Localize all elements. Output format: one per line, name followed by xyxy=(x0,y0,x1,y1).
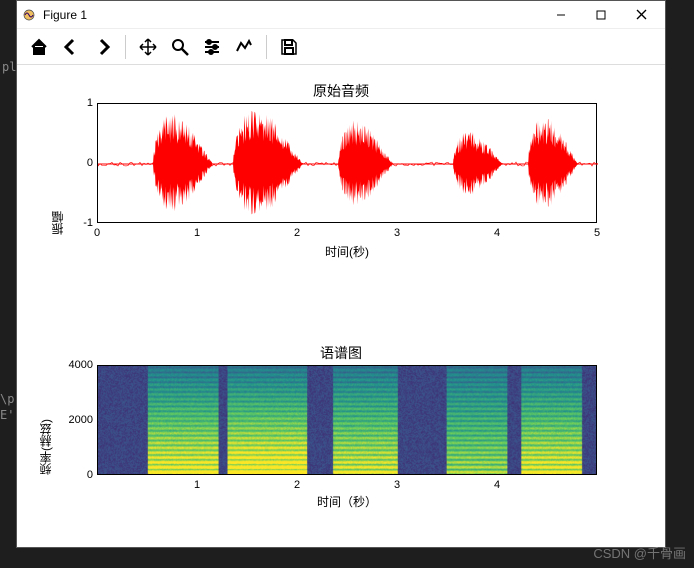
figure-window: Figure 1 原始音频 振幅 012345 -101 时间(秒) 语谱图 频… xyxy=(16,0,666,548)
chart2-title: 语谱图 xyxy=(17,343,665,363)
chart1-title: 原始音频 xyxy=(17,81,665,101)
chart1-plot xyxy=(97,103,597,223)
chart2-ytick: 2000 xyxy=(61,414,93,426)
close-button[interactable] xyxy=(621,1,661,29)
chart1-ytick: 0 xyxy=(75,157,93,169)
axes-icon[interactable] xyxy=(230,33,258,61)
zoom-icon[interactable] xyxy=(166,33,194,61)
toolbar-divider xyxy=(125,35,126,59)
chart2-plot xyxy=(97,365,597,475)
chart2-xtick: 1 xyxy=(194,479,200,491)
chart1-xtick: 4 xyxy=(494,227,500,239)
chart1-xlabel: 时间(秒) xyxy=(97,243,597,260)
chart1-xtick: 5 xyxy=(594,227,600,239)
chart1-ylabel: 振幅 xyxy=(49,135,66,235)
bg-code-1: pl xyxy=(2,60,16,74)
titlebar: Figure 1 xyxy=(17,1,665,29)
figure-canvas[interactable]: 原始音频 振幅 012345 -101 时间(秒) 语谱图 频率(赫兹) 123… xyxy=(17,65,665,547)
configure-icon[interactable] xyxy=(198,33,226,61)
toolbar xyxy=(17,29,665,65)
chart2-ytick: 4000 xyxy=(61,359,93,371)
forward-icon[interactable] xyxy=(89,33,117,61)
toolbar-divider xyxy=(266,35,267,59)
chart2-xtick: 2 xyxy=(294,479,300,491)
save-icon[interactable] xyxy=(275,33,303,61)
app-icon xyxy=(21,7,37,23)
chart1-xtick: 1 xyxy=(194,227,200,239)
chart1-xtick: 0 xyxy=(94,227,100,239)
chart2-xtick: 3 xyxy=(394,479,400,491)
minimize-button[interactable] xyxy=(541,1,581,29)
chart2-ytick: 0 xyxy=(61,469,93,481)
chart1-ytick: 1 xyxy=(75,97,93,109)
bg-code-3: E' xyxy=(0,408,14,422)
maximize-button[interactable] xyxy=(581,1,621,29)
chart1-xtick: 3 xyxy=(394,227,400,239)
back-icon[interactable] xyxy=(57,33,85,61)
bg-code-2: \p xyxy=(0,392,14,406)
chart2-xlabel: 时间（秒） xyxy=(97,493,597,510)
pan-icon[interactable] xyxy=(134,33,162,61)
home-icon[interactable] xyxy=(25,33,53,61)
chart1-xtick: 2 xyxy=(294,227,300,239)
window-title: Figure 1 xyxy=(43,8,87,22)
chart2-xtick: 4 xyxy=(494,479,500,491)
chart1-ytick: -1 xyxy=(75,217,93,229)
chart2-ylabel: 频率(赫兹) xyxy=(37,365,54,475)
